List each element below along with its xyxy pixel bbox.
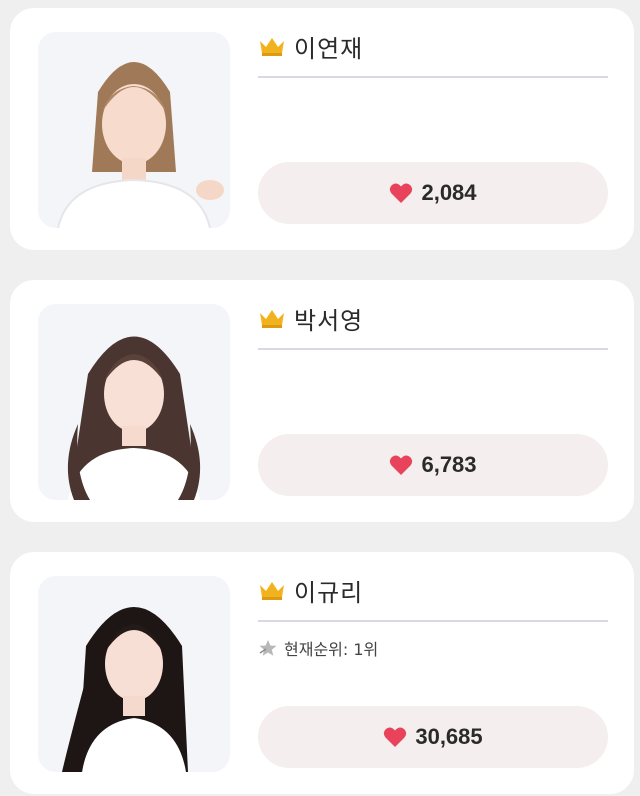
- vote-count: 2,084: [421, 180, 477, 205]
- vote-button[interactable]: 2,084: [258, 162, 608, 224]
- portrait-image: [38, 576, 230, 772]
- candidate-card: 이연재 2,084: [10, 8, 634, 250]
- star-icon: [259, 640, 277, 656]
- portrait-image: [38, 32, 230, 228]
- candidate-photo: [38, 304, 230, 500]
- divider: [258, 620, 608, 622]
- rank-row: 현재순위: 1위: [258, 636, 378, 660]
- candidate-card: 이규리 현재순위: 1위 30,685: [10, 552, 634, 794]
- vote-count: 30,685: [415, 724, 483, 749]
- candidate-photo: [38, 576, 230, 772]
- candidate-name: 박서영: [294, 306, 364, 335]
- crown-icon: [260, 582, 284, 600]
- vote-button[interactable]: 30,685: [258, 706, 608, 768]
- vote-button[interactable]: 6,783: [258, 434, 608, 496]
- name-row: 박서영: [258, 300, 363, 336]
- current-rank: 현재순위: 1위: [284, 640, 379, 659]
- name-row: 이규리: [258, 572, 363, 608]
- crown-icon: [260, 38, 284, 56]
- heart-icon: [384, 727, 407, 747]
- divider: [258, 76, 608, 78]
- vote-count: 6,783: [421, 452, 477, 477]
- candidate-name: 이규리: [294, 578, 364, 607]
- heart-icon: [390, 455, 413, 475]
- candidate-name: 이연재: [294, 34, 364, 63]
- portrait-image: [38, 304, 230, 500]
- divider: [258, 348, 608, 350]
- candidate-photo: [38, 32, 230, 228]
- crown-icon: [260, 310, 284, 328]
- name-row: 이연재: [258, 28, 363, 64]
- heart-icon: [390, 183, 413, 203]
- candidate-card: 박서영 6,783: [10, 280, 634, 522]
